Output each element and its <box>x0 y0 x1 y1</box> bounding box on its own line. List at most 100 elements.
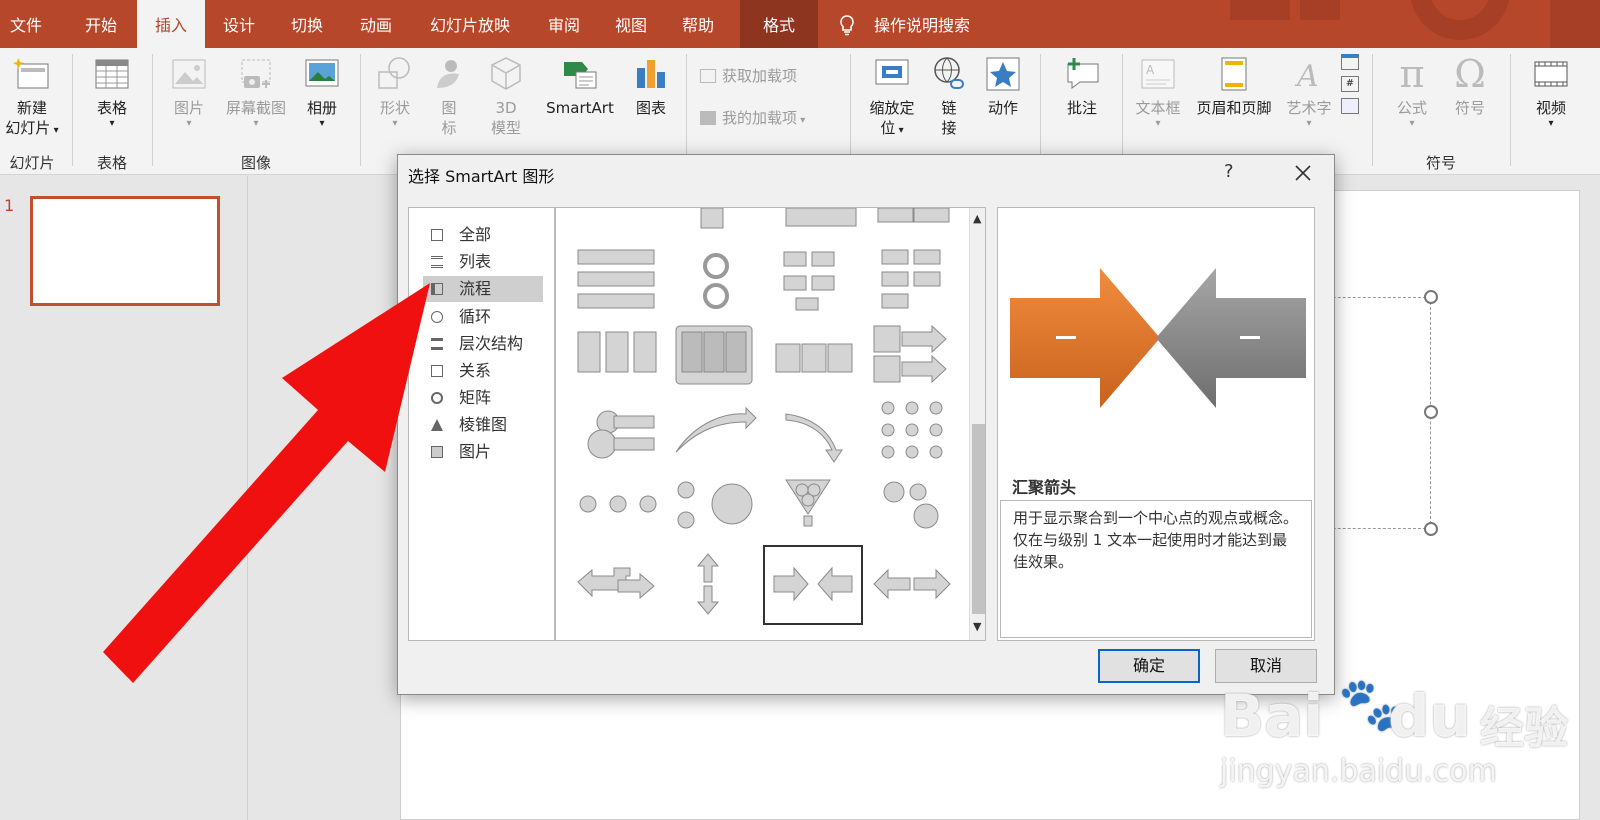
text-small-buttons[interactable]: # <box>1338 54 1362 114</box>
smartart-layout[interactable] <box>577 567 655 600</box>
category-relationship[interactable]: 关系 <box>423 358 543 384</box>
close-icon[interactable] <box>1294 164 1312 182</box>
smartart-layout[interactable] <box>675 406 757 453</box>
smartart-dialog: 选择 SmartArt 图形 ? 全部 列表 流程 循环 层次结构 关系 矩阵 … <box>397 154 1335 695</box>
relationship-icon <box>431 365 443 377</box>
tab-design[interactable]: 设计 <box>208 0 270 48</box>
smartart-layout[interactable] <box>785 413 843 463</box>
new-slide-button[interactable]: 新建 幻灯片 ▾ <box>0 54 64 141</box>
ok-button[interactable]: 确定 <box>1098 649 1200 683</box>
tab-insert[interactable]: 插入 <box>137 0 205 48</box>
omega-icon: Ω <box>1454 52 1486 96</box>
category-list-item[interactable]: 列表 <box>423 249 543 275</box>
category-matrix[interactable]: 矩阵 <box>423 385 543 411</box>
pi-icon: π <box>1399 52 1425 96</box>
smartart-layout[interactable] <box>579 495 657 513</box>
smartart-layout[interactable] <box>881 249 941 309</box>
link-label-1: 链 <box>941 99 957 117</box>
tab-animations[interactable]: 动画 <box>345 0 407 48</box>
smartart-layout[interactable] <box>703 253 729 309</box>
picture-button[interactable]: 图片 ▾ <box>160 54 218 130</box>
category-hierarchy[interactable]: 层次结构 <box>423 331 543 357</box>
category-picture[interactable]: 图片 <box>423 439 543 465</box>
my-addins-button[interactable]: 我的加载项 ▾ <box>700 108 840 131</box>
tab-review[interactable]: 审阅 <box>533 0 595 48</box>
category-cycle[interactable]: 循环 <box>423 304 543 330</box>
watermark-cn: 经验 <box>1480 703 1568 754</box>
smartart-layout[interactable] <box>783 251 835 311</box>
help-button[interactable]: ? <box>1224 161 1234 182</box>
chart-button[interactable]: 图表 <box>624 54 678 118</box>
video-button[interactable]: 视频 ▾ <box>1520 54 1582 130</box>
gallery-scrollbar[interactable]: ▲ ▼ <box>969 208 985 640</box>
album-button[interactable]: 相册 ▾ <box>294 54 350 130</box>
chevron-down-icon: ▾ <box>392 118 398 129</box>
cancel-button[interactable]: 取消 <box>1215 649 1317 683</box>
tab-home[interactable]: 开始 <box>70 0 132 48</box>
chevron-up-icon[interactable]: ▲ <box>973 212 981 225</box>
smartart-layout[interactable] <box>785 208 857 227</box>
tell-me-search[interactable]: 操作说明搜索 <box>834 0 994 48</box>
header-footer-button[interactable]: 页眉和页脚 <box>1188 54 1280 118</box>
link-button[interactable]: 链 接 <box>926 54 972 138</box>
icons-button[interactable]: 图 标 <box>426 54 472 138</box>
textbox-icon: A <box>1141 59 1175 89</box>
smartart-layout[interactable] <box>677 481 753 529</box>
symbol-button[interactable]: Ω 符号 <box>1442 54 1498 118</box>
smartart-layout[interactable] <box>696 553 720 615</box>
get-addins-button[interactable]: 获取加载项 <box>700 66 840 86</box>
screenshot-icon <box>241 59 271 88</box>
scrollbar-thumb[interactable] <box>972 424 985 614</box>
comment-button[interactable]: 批注 <box>1050 54 1114 118</box>
smartart-layout[interactable] <box>577 331 657 373</box>
icons-label-1: 图 <box>441 99 457 117</box>
addin-icon <box>700 111 716 125</box>
date-time-icon <box>1341 54 1359 70</box>
smartart-layout[interactable] <box>763 545 863 625</box>
smartart-layout[interactable] <box>877 208 914 223</box>
smartart-layout[interactable] <box>873 324 947 384</box>
smartart-layout[interactable] <box>775 343 853 373</box>
category-all[interactable]: 全部 <box>423 222 543 248</box>
comment-icon <box>1067 58 1099 89</box>
tab-help[interactable]: 帮助 <box>667 0 729 48</box>
slide-thumbnail[interactable] <box>30 196 220 306</box>
category-pyramid[interactable]: 棱锥图 <box>423 412 543 438</box>
textbox-button[interactable]: A 文本框 ▾ <box>1128 54 1188 130</box>
screenshot-button[interactable]: 屏幕截图 ▾ <box>218 54 294 130</box>
video-icon <box>1534 61 1568 87</box>
resize-handle-bottom-right[interactable] <box>1424 522 1438 536</box>
tab-file[interactable]: 文件 <box>0 0 52 48</box>
tab-view[interactable]: 视图 <box>600 0 662 48</box>
table-button[interactable]: 表格 ▾ <box>80 54 144 130</box>
action-button[interactable]: 动作 <box>978 54 1028 118</box>
equation-button[interactable]: π 公式 ▾ <box>1384 54 1440 130</box>
album-label: 相册 <box>306 99 337 117</box>
smartart-layout[interactable] <box>785 479 831 527</box>
chevron-down-icon[interactable]: ▼ <box>973 620 981 633</box>
equation-label: 公式 <box>1396 99 1427 117</box>
zoom-button[interactable]: 缩放定 位 ▾ <box>860 54 924 141</box>
comment-label: 批注 <box>1066 99 1097 117</box>
smartart-layout[interactable] <box>577 249 655 309</box>
smartart-layout[interactable] <box>675 325 753 385</box>
resize-handle-top-right[interactable] <box>1424 290 1438 304</box>
smartart-layout[interactable] <box>873 568 951 600</box>
smartart-layout[interactable] <box>883 481 939 529</box>
action-star-icon <box>986 57 1020 91</box>
tab-format[interactable]: 格式 <box>740 0 818 48</box>
category-process[interactable]: 流程 <box>423 276 543 302</box>
3d-models-button[interactable]: 3D 模型 <box>478 54 534 138</box>
tab-slideshow[interactable]: 幻灯片放映 <box>420 0 520 48</box>
smartart-layout[interactable] <box>700 208 724 229</box>
watermark-url: jingyan.baidu.com <box>1220 754 1497 789</box>
smartart-layout[interactable] <box>587 410 655 459</box>
resize-handle-right[interactable] <box>1424 405 1438 419</box>
chevron-down-icon: ▾ <box>1155 118 1161 129</box>
smartart-layout[interactable] <box>881 401 943 459</box>
gallery-grid <box>577 208 951 625</box>
smartart-button[interactable]: SmartArt <box>540 54 620 118</box>
shapes-button[interactable]: 形状 ▾ <box>368 54 422 130</box>
tab-transitions[interactable]: 切换 <box>276 0 338 48</box>
wordart-button[interactable]: A 艺术字 ▾ <box>1280 54 1338 130</box>
